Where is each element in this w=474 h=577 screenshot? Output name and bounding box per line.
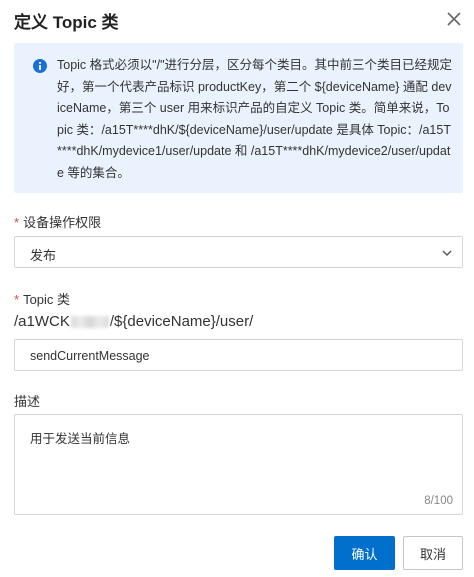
- required-mark: *: [14, 215, 20, 230]
- permission-select[interactable]: 发布: [14, 236, 463, 268]
- permission-select-value: 发布: [30, 248, 57, 263]
- confirm-button[interactable]: 确认: [334, 536, 395, 570]
- description-label: 描述: [14, 394, 41, 409]
- close-icon: [447, 12, 461, 26]
- description-value: 用于发送当前信息: [30, 432, 131, 446]
- topic-label-text: Topic 类: [23, 292, 71, 307]
- topic-prefix: /a1WCK /${deviceName}/user/: [14, 313, 253, 330]
- cancel-button[interactable]: 取消: [403, 536, 463, 570]
- permission-label: * 设备操作权限: [14, 212, 101, 231]
- topic-name-input[interactable]: sendCurrentMessage: [14, 339, 463, 371]
- info-notice: Topic 格式必须以"/"进行分层，区分每个类目。其中前三个类目已经规定好，第…: [14, 43, 463, 193]
- close-button[interactable]: [445, 10, 463, 28]
- topic-label: * Topic 类: [14, 289, 70, 308]
- notice-text: Topic 格式必须以"/"进行分层，区分每个类目。其中前三个类目已经规定好，第…: [57, 58, 453, 180]
- define-topic-dialog: 定义 Topic 类 Topic 格式必须以"/"进行分层，区分每个类目。其中前…: [0, 0, 474, 577]
- masked-product-key: [70, 316, 109, 329]
- permission-label-text: 设备操作权限: [23, 215, 102, 230]
- dialog-header: 定义 Topic 类: [0, 0, 474, 40]
- topic-name-value: sendCurrentMessage: [30, 349, 150, 363]
- description-textarea[interactable]: 用于发送当前信息 8/100: [14, 414, 463, 515]
- dialog-title: 定义 Topic 类: [14, 13, 119, 32]
- char-counter: 8/100: [424, 495, 453, 507]
- info-icon: [33, 59, 47, 73]
- required-mark: *: [14, 292, 20, 307]
- topic-prefix-end: /${deviceName}/user/: [109, 313, 254, 330]
- chevron-down-icon: [442, 250, 452, 256]
- topic-prefix-start: /a1WCK: [14, 313, 70, 330]
